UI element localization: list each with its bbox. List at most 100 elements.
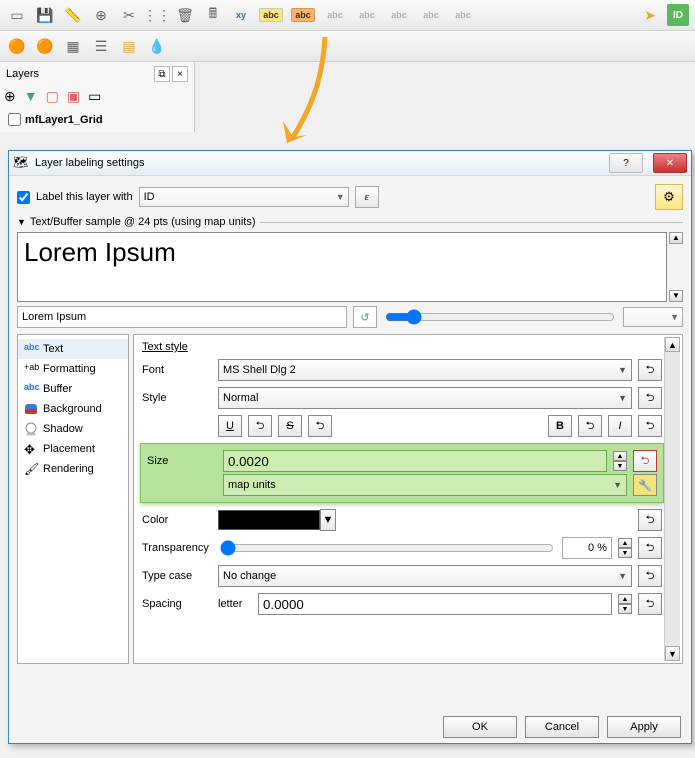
droplet-icon[interactable]: 💧 [146,35,168,57]
arrow-icon[interactable]: ➤ [639,4,661,26]
layers-close-icon[interactable]: × [172,66,188,82]
category-rendering[interactable]: 🖌Rendering [18,459,128,479]
new-icon[interactable]: ▭ [6,4,28,26]
spacing-input[interactable] [258,593,612,615]
layers-undock-icon[interactable]: ⧉ [154,66,170,82]
category-buffer[interactable]: abcBuffer [18,379,128,399]
poly-tool-1-icon[interactable]: 🟠 [6,35,28,57]
size-highlight-region: Size ▲▼ ⮌ map units▼ 🔧 [140,443,664,503]
category-text[interactable]: abcText [18,339,128,359]
bold-override-button[interactable]: ⮌ [578,415,602,437]
dialog-close-button[interactable]: ✕ [653,153,687,173]
xy-icon[interactable]: xy [230,4,252,26]
enable-labeling-label: Label this layer with [36,191,133,203]
dialog-app-icon: 🗺 [13,155,29,171]
label-tool-icon[interactable]: abc [258,4,284,26]
size-input[interactable] [223,450,607,472]
category-placement[interactable]: ✥Placement [18,439,128,459]
style-select[interactable]: Normal▼ [218,387,632,409]
preview-up-button[interactable]: ▲ [669,232,683,244]
nodes-icon[interactable]: ⋮⋮ [146,4,168,26]
category-shadow[interactable]: Shadow [18,419,128,439]
identify-icon[interactable]: ID [667,4,689,26]
grid-icon[interactable]: ▦ [62,35,84,57]
ok-button[interactable]: OK [443,716,517,738]
layer-remove-icon[interactable]: ▭ [88,88,101,105]
reset-sample-button[interactable]: ↺ [353,306,377,328]
collapse-icon: ▼ [17,217,26,227]
size-units-select[interactable]: map units▼ [223,474,627,496]
layer-name: mfLayer1_Grid [25,114,103,126]
engine-settings-button[interactable]: ⚙ [655,184,683,210]
transparency-value[interactable] [562,537,612,559]
label-gray-4-icon[interactable]: abc [418,4,444,26]
typecase-select[interactable]: No change▼ [218,565,632,587]
add-vertex-icon[interactable]: ⊕ [90,4,112,26]
label-tool-2-icon[interactable]: abc [290,4,316,26]
layer-style-icon[interactable]: ▢ [46,88,59,105]
size-spin-up[interactable]: ▲ [613,451,627,461]
transparency-spin-up[interactable]: ▲ [618,538,632,548]
size-spin-down[interactable]: ▼ [613,461,627,471]
font-select[interactable]: MS Shell Dlg 2▼ [218,359,632,381]
label-gray-3-icon[interactable]: abc [386,4,412,26]
text-style-panel: Text style Font MS Shell Dlg 2▼ ⮌ Style … [133,334,683,664]
scroll-down-button[interactable]: ▼ [665,646,680,661]
props-scrollbar[interactable]: ▲ ▼ [664,337,680,661]
layer-group-icon[interactable]: ▣ [67,88,80,105]
layers-panel: Layers ⧉ × ⊕ ▼ ▢ ▣ ▭ mfLayer1_Grid [0,62,195,132]
spacing-spin-up[interactable]: ▲ [618,594,632,604]
typecase-override-button[interactable]: ⮌ [638,565,662,587]
cancel-button[interactable]: Cancel [525,716,599,738]
color-swatch[interactable] [218,510,320,530]
measure-icon[interactable]: 📏 [62,4,84,26]
transparency-slider[interactable] [220,540,554,556]
save-icon[interactable]: 💾 [34,4,56,26]
enable-labeling-checkbox[interactable] [17,191,30,204]
strike-button[interactable]: S [278,415,302,437]
style-override-button[interactable]: ⮌ [638,387,662,409]
sample-text-input[interactable] [17,306,347,328]
category-list[interactable]: abcText +abFormatting abcBuffer Backgrou… [17,334,129,664]
color-override-button[interactable]: ⮌ [638,509,662,531]
category-formatting[interactable]: +abFormatting [18,359,128,379]
sample-size-slider[interactable] [385,309,615,325]
sample-size-select[interactable] [623,307,683,327]
layer-add-icon[interactable]: ⊕ [4,88,16,105]
label-gray-2-icon[interactable]: abc [354,4,380,26]
field-calc-icon[interactable]: 🖩 [202,4,224,26]
scroll-up-button[interactable]: ▲ [665,337,680,352]
label-gray-5-icon[interactable]: abc [450,4,476,26]
label-field-select[interactable]: ID [139,187,349,207]
transparency-spin-down[interactable]: ▼ [618,548,632,558]
sample-preview-text: Lorem Ipsum [24,237,176,267]
dialog-help-button[interactable]: ? [609,153,643,173]
underline-button[interactable]: U [218,415,242,437]
category-background[interactable]: Background [18,399,128,419]
italic-button[interactable]: I [608,415,632,437]
underline-override-button[interactable]: ⮌ [248,415,272,437]
spacing-override-button[interactable]: ⮌ [638,593,662,615]
apply-button[interactable]: Apply [607,716,681,738]
expression-button[interactable]: ε [355,186,379,208]
font-override-button[interactable]: ⮌ [638,359,662,381]
spacing-spin-down[interactable]: ▼ [618,604,632,614]
poly-tool-2-icon[interactable]: 🟠 [34,35,56,57]
align-icon[interactable]: ☰ [90,35,112,57]
bold-button[interactable]: B [548,415,572,437]
preview-down-button[interactable]: ▼ [669,290,683,302]
color-dropdown-button[interactable]: ▼ [320,509,336,531]
cut-icon[interactable]: ✂ [118,4,140,26]
label-gray-1-icon[interactable]: abc [322,4,348,26]
layer-item[interactable]: mfLayer1_Grid [2,109,192,130]
sample-header[interactable]: ▼ Text/Buffer sample @ 24 pts (using map… [17,216,683,228]
strike-override-button[interactable]: ⮌ [308,415,332,437]
size-units-tool-button[interactable]: 🔧 [633,474,657,496]
layer-filter-icon[interactable]: ▼ [24,88,38,105]
delete-icon[interactable]: 🗑 [174,4,196,26]
italic-override-button[interactable]: ⮌ [638,415,662,437]
size-override-button[interactable]: ⮌ [633,450,657,472]
table-icon[interactable]: ▤ [118,35,140,57]
layer-visibility-checkbox[interactable] [8,113,21,126]
transparency-override-button[interactable]: ⮌ [638,537,662,559]
